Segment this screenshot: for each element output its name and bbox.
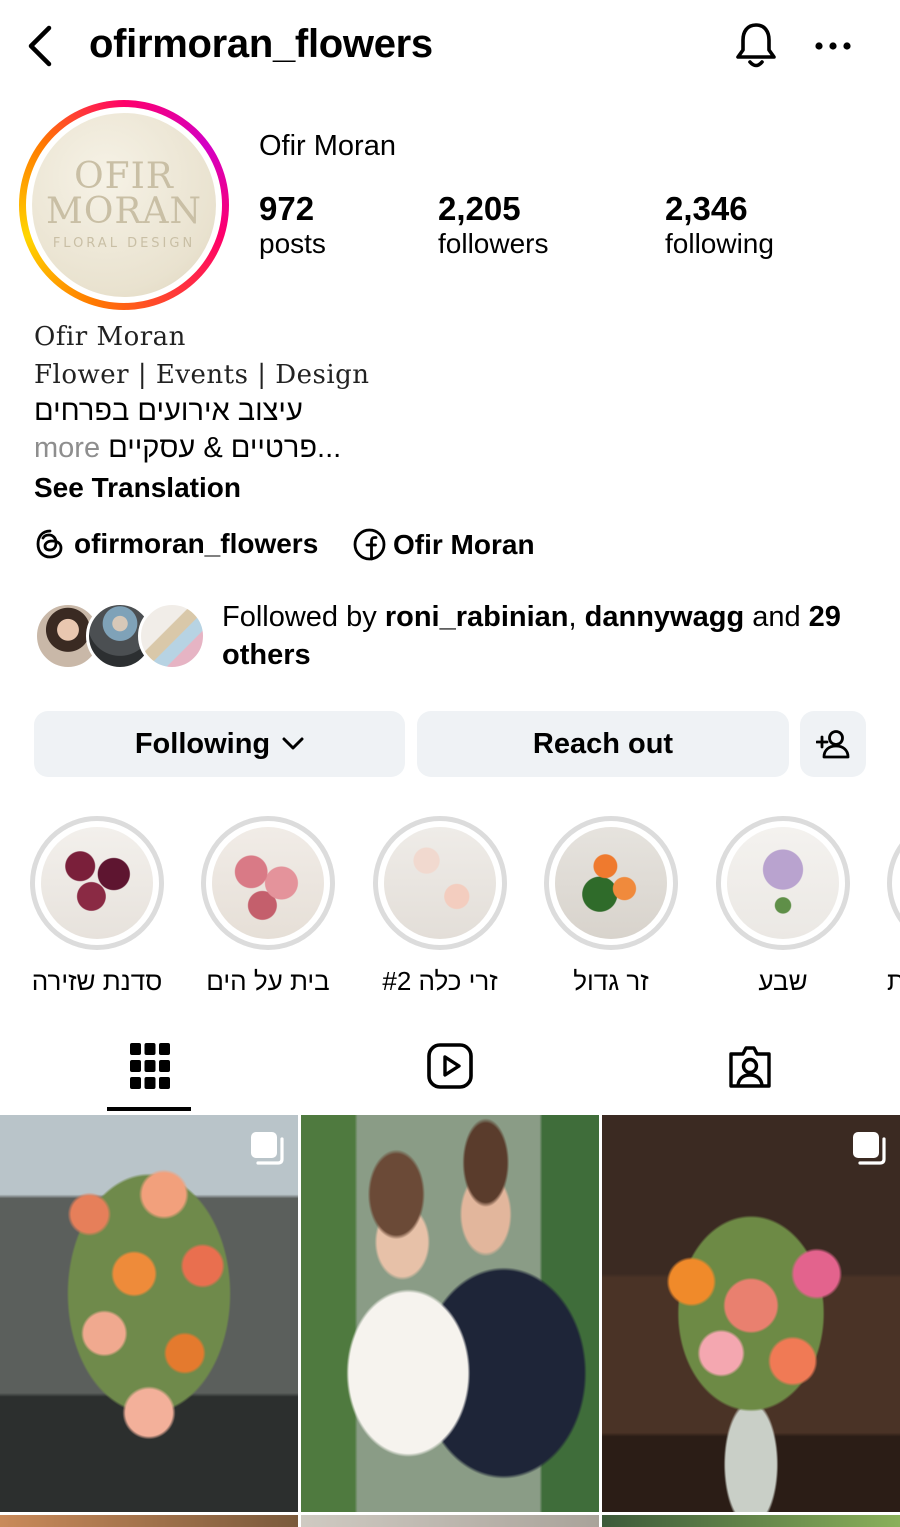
highlight-item[interactable]: סדנת שזירה [30,816,164,997]
highlight-label: ת [887,966,900,996]
bio-line-hebrew-2: more ...פרטיים & עסקיים [34,432,341,465]
avatar [138,602,206,670]
highlight-item[interactable]: שבע [716,816,850,997]
profile-avatar[interactable]: OFIR MORAN FLORAL DESIGN [19,100,229,310]
tab-posts-grid[interactable] [108,1040,191,1096]
post-thumbnail[interactable] [602,1515,900,1527]
threads-handle: ofirmoran_flowers [74,528,319,559]
add-person-button[interactable] [800,711,866,777]
bio-line-hebrew-1: עיצוב אירועים בפרחים [34,395,303,427]
highlight-thumbnail [727,827,839,939]
stat-posts[interactable]: 972 posts [259,190,326,260]
bio-hebrew-truncated: ...פרטיים & עסקיים [108,432,342,464]
stat-followers-value: 2,205 [438,190,521,227]
post-thumbnail[interactable] [301,1115,599,1512]
see-translation-link[interactable]: See Translation [34,472,241,504]
profile-username-title: ofirmoran_flowers [89,22,433,66]
tab-reels[interactable] [420,1040,480,1096]
facebook-link[interactable]: Ofir Moran [353,528,535,561]
stat-followers-label: followers [438,228,549,259]
tagged-person-icon [726,1042,774,1095]
mutual-user-2: dannywagg [584,601,745,633]
highlight-item[interactable]: בית על הים [201,816,335,997]
followed-by-text[interactable]: Followed by roni_rabinian, dannywagg and… [222,598,872,674]
highlight-item[interactable]: זר גדול [544,816,678,997]
multi-post-icon [850,1129,888,1172]
mutual-user-1: roni_rabinian [384,601,569,633]
bell-icon[interactable] [731,20,781,72]
back-arrow-icon[interactable] [18,22,62,70]
highlight-label: זר גדול [573,966,649,996]
stat-following[interactable]: 2,346 following [665,190,774,260]
highlight-label: שבע [758,966,808,996]
post-thumbnail[interactable] [602,1115,900,1512]
reach-out-button-label: Reach out [532,727,674,760]
following-button[interactable]: Following [34,711,405,777]
threads-link[interactable]: ofirmoran_flowers [34,528,318,560]
following-button-label: Following [134,727,271,760]
highlight-item[interactable]: זרי כלה #2 [373,816,507,997]
stat-followers[interactable]: 2,205 followers [438,190,548,260]
post-thumbnail[interactable] [0,1515,298,1527]
mutual-others: others [222,639,311,671]
reach-out-button[interactable]: Reach out [417,711,789,777]
tab-active-indicator [107,1107,191,1111]
highlight-thumbnail [384,827,496,939]
highlight-label: סדנת שזירה [31,966,163,996]
stat-posts-value: 972 [259,190,315,227]
stat-following-label: following [665,228,774,259]
highlight-item-partial[interactable]: ת [887,816,900,996]
highlight-label: זרי כלה #2 [382,966,498,996]
mutual-count: 29 [808,601,841,633]
post-thumbnail[interactable] [0,1115,298,1512]
grid-icon [129,1042,170,1094]
add-person-icon [816,729,850,759]
stat-following-value: 2,346 [665,190,748,227]
threads-icon [34,528,66,560]
highlight-thumbnail [212,827,324,939]
brand-logo: OFIR MORAN FLORAL DESIGN [32,113,216,297]
facebook-name: Ofir Moran [393,528,535,560]
more-options-icon[interactable] [810,30,856,62]
highlight-label: בית על הים [206,966,330,996]
mutual-followers-avatars[interactable] [34,602,209,672]
bio-line-tagline: Flower | Events | Design [34,360,370,390]
reels-icon [426,1042,474,1095]
tab-tagged[interactable] [720,1040,780,1096]
chevron-down-icon [282,737,304,751]
stat-posts-label: posts [259,228,326,259]
top-bar: ofirmoran_flowers [0,0,900,95]
facebook-icon [353,528,386,561]
multi-post-icon [248,1129,286,1172]
post-thumbnail[interactable] [301,1515,599,1527]
bio-more-link[interactable]: more [34,432,100,464]
highlight-thumbnail [41,827,153,939]
bio-line-name: Ofir Moran [34,322,186,352]
highlight-thumbnail [555,827,667,939]
display-name: Ofir Moran [259,130,396,162]
